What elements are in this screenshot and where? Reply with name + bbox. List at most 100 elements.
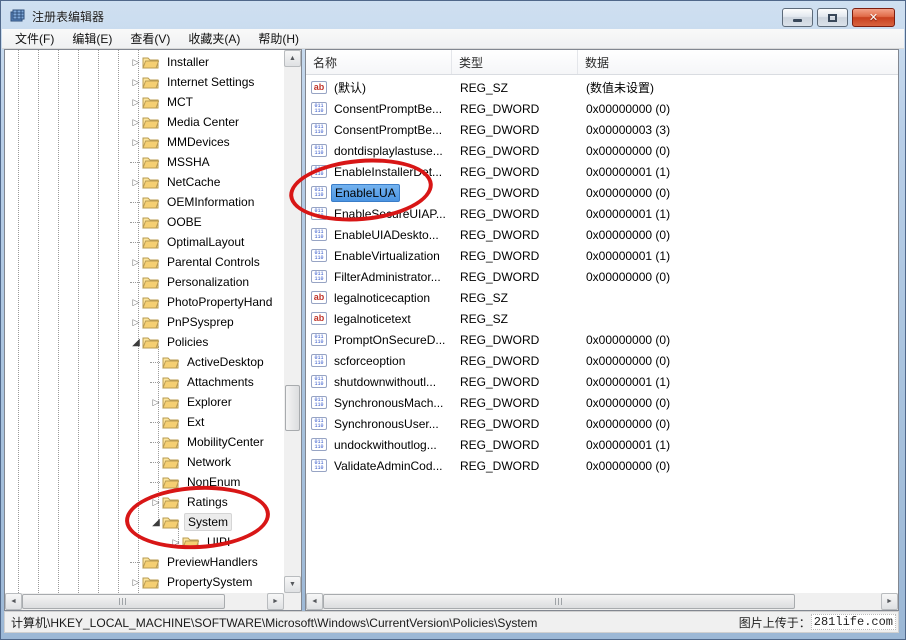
tree-item[interactable]: ◢ Policies xyxy=(5,332,284,352)
registry-value-row[interactable]: 011110 shutdownwithoutl... REG_DWORD 0x0… xyxy=(306,371,898,392)
tree-item[interactable]: ▷ PhotoPropertyHand xyxy=(5,292,284,312)
tree-item-label[interactable]: MMDevices xyxy=(164,134,233,150)
tree-item[interactable]: OOBE xyxy=(5,212,284,232)
expander-icon[interactable]: ▷ xyxy=(130,317,142,328)
menu-edit[interactable]: 编辑(E) xyxy=(63,28,121,49)
scrollbar-thumb[interactable] xyxy=(22,594,225,609)
tree-item-label[interactable]: Media Center xyxy=(164,114,242,130)
value-name-cell[interactable]: 011110 PromptOnSecureD... xyxy=(306,332,452,348)
tree-item[interactable]: PreviewHandlers xyxy=(5,552,284,572)
value-name-cell[interactable]: ab (默认) xyxy=(306,78,452,97)
scroll-up-button[interactable]: ▲ xyxy=(284,50,301,67)
registry-value-row[interactable]: 011110 SynchronousMach... REG_DWORD 0x00… xyxy=(306,392,898,413)
registry-value-row[interactable]: 011110 scforceoption REG_DWORD 0x0000000… xyxy=(306,350,898,371)
tree-item[interactable]: MobilityCenter xyxy=(5,432,284,452)
registry-value-row[interactable]: 011110 undockwithoutlog... REG_DWORD 0x0… xyxy=(306,434,898,455)
registry-value-row[interactable]: 011110 ValidateAdminCod... REG_DWORD 0x0… xyxy=(306,455,898,476)
registry-value-row[interactable]: 011110 FilterAdministrator... REG_DWORD … xyxy=(306,266,898,287)
tree-vertical-scrollbar[interactable]: ▲ ▼ xyxy=(284,50,301,593)
expander-icon[interactable]: ▷ xyxy=(130,117,142,128)
value-name-cell[interactable]: 011110 ConsentPromptBe... xyxy=(306,122,452,138)
value-name[interactable]: ConsentPromptBe... xyxy=(331,101,445,117)
value-name-cell[interactable]: 011110 dontdisplaylastuse... xyxy=(306,143,452,159)
tree-item[interactable]: ▷ Media Center xyxy=(5,112,284,132)
value-name[interactable]: SynchronousMach... xyxy=(331,395,446,411)
menu-file[interactable]: 文件(F) xyxy=(6,28,63,49)
tree-item[interactable]: ▷ PropertySystem xyxy=(5,572,284,592)
registry-value-row[interactable]: 011110 SynchronousUser... REG_DWORD 0x00… xyxy=(306,413,898,434)
value-name[interactable]: shutdownwithoutl... xyxy=(331,374,439,390)
close-button[interactable]: ✕ xyxy=(852,8,895,27)
tree-item-label[interactable]: MSSHA xyxy=(164,154,213,170)
tree-item[interactable]: MSSHA xyxy=(5,152,284,172)
title-bar[interactable]: 注册表编辑器 ✕ xyxy=(2,1,904,29)
value-name-cell[interactable]: 011110 SynchronousMach... xyxy=(306,395,452,411)
value-name-cell[interactable]: 011110 scforceoption xyxy=(306,353,452,369)
tree-item[interactable]: ▷ NetCache xyxy=(5,172,284,192)
column-header-type[interactable]: 类型 xyxy=(452,50,578,74)
tree-item-label[interactable]: Internet Settings xyxy=(164,74,257,90)
value-name[interactable]: PromptOnSecureD... xyxy=(331,332,448,348)
tree-item-label[interactable]: MobilityCenter xyxy=(184,434,267,450)
value-name[interactable]: SynchronousUser... xyxy=(331,416,442,432)
scroll-right-button[interactable]: ► xyxy=(881,593,898,610)
registry-value-row[interactable]: 011110 dontdisplaylastuse... REG_DWORD 0… xyxy=(306,140,898,161)
tree-item-label[interactable]: Network xyxy=(184,454,234,470)
tree-item-label[interactable]: Parental Controls xyxy=(164,254,263,270)
tree-item-label[interactable]: OEMInformation xyxy=(164,194,257,210)
tree-item-label[interactable]: OOBE xyxy=(164,214,205,230)
tree-item[interactable]: OptimalLayout xyxy=(5,232,284,252)
tree-item[interactable]: OEMInformation xyxy=(5,192,284,212)
tree-item-label[interactable]: PhotoPropertyHand xyxy=(164,294,275,310)
list-horizontal-scrollbar[interactable]: ◄ ► xyxy=(306,593,898,610)
expander-icon[interactable]: ▷ xyxy=(130,77,142,88)
registry-value-row[interactable]: 011110 ConsentPromptBe... REG_DWORD 0x00… xyxy=(306,98,898,119)
tree-item[interactable]: ▷ Installer xyxy=(5,52,284,72)
expander-icon[interactable]: ▷ xyxy=(130,577,142,588)
column-header-name[interactable]: 名称 xyxy=(306,50,452,74)
tree-item-label[interactable]: Policies xyxy=(164,334,211,350)
value-name-cell[interactable]: ab legalnoticecaption xyxy=(306,290,452,306)
value-name[interactable]: dontdisplaylastuse... xyxy=(331,143,446,159)
value-name-cell[interactable]: ab legalnoticetext xyxy=(306,311,452,327)
value-name[interactable]: (默认) xyxy=(331,78,369,97)
value-name[interactable]: scforceoption xyxy=(331,353,408,369)
menu-help[interactable]: 帮助(H) xyxy=(249,28,308,49)
minimize-button[interactable] xyxy=(782,8,813,27)
tree-item[interactable]: ▷ Internet Settings xyxy=(5,72,284,92)
tree-item-label[interactable]: Attachments xyxy=(184,374,257,390)
value-name[interactable]: legalnoticetext xyxy=(331,311,414,327)
tree-item[interactable]: ActiveDesktop xyxy=(5,352,284,372)
tree-item[interactable]: ▷ MMDevices xyxy=(5,132,284,152)
tree-item[interactable]: Attachments xyxy=(5,372,284,392)
registry-value-row[interactable]: 011110 PromptOnSecureD... REG_DWORD 0x00… xyxy=(306,329,898,350)
maximize-button[interactable] xyxy=(817,8,848,27)
value-name[interactable]: FilterAdministrator... xyxy=(331,269,444,285)
value-name[interactable]: EnableVirtualization xyxy=(331,248,443,264)
value-name-cell[interactable]: 011110 undockwithoutlog... xyxy=(306,437,452,453)
tree-horizontal-scrollbar[interactable]: ◄ ► xyxy=(5,593,284,610)
tree-item[interactable]: NonEnum xyxy=(5,472,284,492)
menu-favorites[interactable]: 收藏夹(A) xyxy=(179,28,249,49)
value-name[interactable]: undockwithoutlog... xyxy=(331,437,440,453)
tree-item-label[interactable]: ActiveDesktop xyxy=(184,354,267,370)
scroll-down-button[interactable]: ▼ xyxy=(284,576,301,593)
column-header-data[interactable]: 数据 xyxy=(578,50,898,74)
registry-value-row[interactable]: 011110 EnableVirtualization REG_DWORD 0x… xyxy=(306,245,898,266)
expander-icon[interactable]: ▷ xyxy=(130,297,142,308)
tree-item[interactable]: ▷ Explorer xyxy=(5,392,284,412)
scrollbar-thumb[interactable] xyxy=(323,594,795,609)
value-name[interactable]: legalnoticecaption xyxy=(331,290,433,306)
scroll-right-button[interactable]: ► xyxy=(267,593,284,610)
registry-value-row[interactable]: ab legalnoticecaption REG_SZ xyxy=(306,287,898,308)
tree-item-label[interactable]: Explorer xyxy=(184,394,235,410)
value-name[interactable]: ValidateAdminCod... xyxy=(331,458,446,474)
tree-item-label[interactable]: Ext xyxy=(184,414,207,430)
tree-item[interactable]: Personalization xyxy=(5,272,284,292)
tree-item-label[interactable]: Personalization xyxy=(164,274,252,290)
tree-item[interactable]: Ext xyxy=(5,412,284,432)
value-name-cell[interactable]: 011110 FilterAdministrator... xyxy=(306,269,452,285)
value-list[interactable]: ab (默认) REG_SZ (数值未设置) 011110 ConsentPro… xyxy=(306,75,898,593)
menu-view[interactable]: 查看(V) xyxy=(121,28,179,49)
registry-value-row[interactable]: ab (默认) REG_SZ (数值未设置) xyxy=(306,77,898,98)
